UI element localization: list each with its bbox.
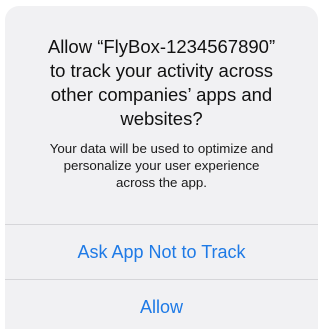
- screen: Allow “FlyBox-1234567890” to track your …: [0, 0, 323, 329]
- alert-message: Your data will be used to optimize and p…: [49, 141, 274, 190]
- allow-button[interactable]: Allow: [5, 280, 318, 329]
- alert-content: Allow “FlyBox-1234567890” to track your …: [5, 6, 318, 224]
- ask-app-not-to-track-button[interactable]: Ask App Not to Track: [5, 225, 318, 279]
- tracking-permission-alert: Allow “FlyBox-1234567890” to track your …: [5, 6, 318, 329]
- alert-title: Allow “FlyBox-1234567890” to track your …: [47, 36, 276, 129]
